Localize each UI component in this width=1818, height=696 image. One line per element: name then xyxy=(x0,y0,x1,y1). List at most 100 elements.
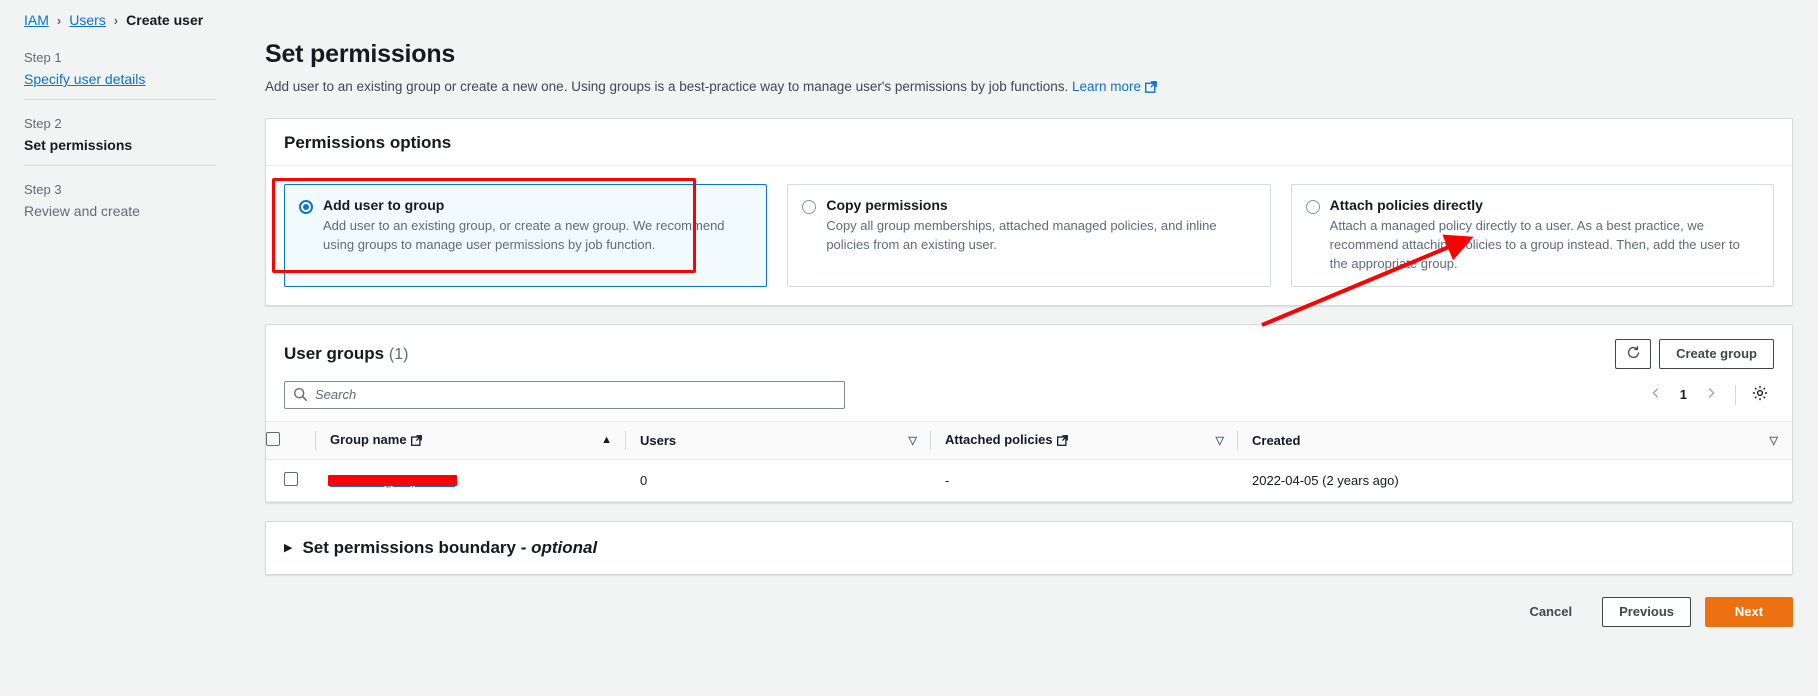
create-user-set-permissions-page: IAM › Users › Create user Step 1 Specify… xyxy=(0,0,1818,696)
column-header-users[interactable]: Users ▽ xyxy=(626,420,931,460)
breadcrumb-item-create-user: Create user xyxy=(126,12,204,28)
wizard-step-title: Review and create xyxy=(24,203,140,219)
permissions-options-title: Permissions options xyxy=(284,133,452,152)
group-name-link[interactable]: redacted-group-name xyxy=(327,473,458,488)
page-description-text: Add user to an existing group or create … xyxy=(265,79,1069,94)
wizard-footer-actions: Cancel Previous Next xyxy=(265,593,1793,627)
permissions-options-header: Permissions options xyxy=(266,119,1792,166)
column-label-wrap: Group name xyxy=(330,432,422,449)
radio-attach-policies-directly[interactable] xyxy=(1305,200,1320,214)
refresh-icon xyxy=(1626,345,1641,363)
user-groups-card: User groups (1) Create group Search 1 Gr… xyxy=(265,323,1793,503)
permissions-boundary-title: Set permissions boundary - optional xyxy=(302,538,597,558)
option-description: Attach a managed policy directly to a us… xyxy=(1329,218,1740,271)
wizard-step-number: Step 3 xyxy=(24,182,62,197)
select-all-header xyxy=(266,420,316,460)
pagination-divider xyxy=(1735,384,1736,405)
wizard-navigation: Step 1 Specify user details Step 2 Set p… xyxy=(24,44,216,229)
breadcrumb-separator-icon: › xyxy=(113,12,119,28)
next-button[interactable]: Next xyxy=(1705,596,1793,627)
external-link-icon xyxy=(1145,81,1157,96)
learn-more-label: Learn more xyxy=(1072,79,1142,94)
user-groups-count: (1) xyxy=(388,345,409,363)
cell-attached-policies: - xyxy=(931,459,1238,502)
option-add-user-to-group[interactable]: Add user to group Add user to an existin… xyxy=(284,184,768,287)
cancel-button[interactable]: Cancel xyxy=(1513,597,1588,627)
radio-add-user-to-group[interactable] xyxy=(299,200,313,214)
table-row: redacted-group-name 0 - 2022-04-05 (2 ye… xyxy=(266,459,1792,502)
table-body: redacted-group-name 0 - 2022-04-05 (2 ye… xyxy=(266,459,1792,502)
search-input[interactable] xyxy=(284,380,845,409)
cell-users: 0 xyxy=(626,459,931,502)
previous-button[interactable]: Previous xyxy=(1602,596,1691,627)
permissions-boundary-expander[interactable]: ▶ Set permissions boundary - optional xyxy=(266,522,1792,574)
search-icon xyxy=(293,387,308,407)
external-link-icon xyxy=(410,434,422,449)
row-checkbox[interactable] xyxy=(284,471,298,486)
option-label: Attach policies directly xyxy=(1329,197,1483,213)
sort-icon[interactable]: ▽ xyxy=(1770,434,1778,447)
option-label: Add user to group xyxy=(323,197,445,213)
gear-icon xyxy=(1752,385,1768,404)
table-preferences-button[interactable] xyxy=(1746,381,1774,409)
wizard-step-title: Set permissions xyxy=(24,137,133,153)
user-groups-toolbar: 1 xyxy=(266,380,1792,421)
permissions-boundary-label: Set permissions boundary - xyxy=(302,537,532,557)
wizard-step-set-permissions[interactable]: Step 2 Set permissions xyxy=(24,110,216,163)
table-header-row: Group name ▲ Users ▽ Attached policies ▽… xyxy=(266,420,1792,460)
row-select-cell xyxy=(266,459,316,502)
pagination: 1 xyxy=(1642,381,1774,409)
breadcrumb-item-iam[interactable]: IAM xyxy=(24,12,49,28)
page-description: Add user to an existing group or create … xyxy=(265,79,1793,96)
user-groups-heading: User groups xyxy=(284,343,385,363)
refresh-button[interactable] xyxy=(1615,338,1652,369)
learn-more-link[interactable]: Learn more xyxy=(1072,79,1157,94)
column-label: Group name xyxy=(330,431,407,447)
permissions-boundary-optional: optional xyxy=(531,537,598,557)
column-label: Created xyxy=(1252,432,1301,448)
wizard-divider xyxy=(24,165,216,166)
cell-group-name: redacted-group-name xyxy=(316,459,626,502)
option-label: Copy permissions xyxy=(826,197,948,213)
breadcrumb-separator-icon: › xyxy=(56,12,62,28)
permissions-options-tiles: Add user to group Add user to an existin… xyxy=(266,166,1792,305)
page-number-1[interactable]: 1 xyxy=(1674,387,1693,402)
chevron-right-icon[interactable]: ▶ xyxy=(284,541,292,554)
create-group-button[interactable]: Create group xyxy=(1659,338,1774,369)
user-groups-actions: Create group xyxy=(1615,338,1774,369)
option-attach-policies-directly[interactable]: Attach policies directly Attach a manage… xyxy=(1290,184,1774,287)
table-header: Group name ▲ Users ▽ Attached policies ▽… xyxy=(266,420,1792,460)
search-wrapper xyxy=(284,380,845,409)
option-copy-permissions[interactable]: Copy permissions Copy all group membersh… xyxy=(787,184,1271,287)
column-label: Attached policies xyxy=(945,431,1053,447)
user-groups-header: User groups (1) Create group xyxy=(266,325,1792,381)
previous-page-button[interactable] xyxy=(1642,381,1670,409)
wizard-divider xyxy=(24,99,216,100)
wizard-step-specify-user-details[interactable]: Step 1 Specify user details xyxy=(24,44,216,97)
user-groups-table: Group name ▲ Users ▽ Attached policies ▽… xyxy=(266,420,1792,502)
breadcrumb-item-users[interactable]: Users xyxy=(69,12,106,28)
option-description: Copy all group memberships, attached man… xyxy=(826,218,1217,252)
option-description: Add user to an existing group, or create… xyxy=(323,218,725,252)
column-header-group-name[interactable]: Group name ▲ xyxy=(316,420,626,460)
page-title: Set permissions xyxy=(265,40,456,68)
sort-icon[interactable]: ▽ xyxy=(1216,434,1224,447)
permissions-boundary-card: ▶ Set permissions boundary - optional xyxy=(265,520,1793,575)
wizard-step-number: Step 1 xyxy=(24,50,62,65)
next-page-button[interactable] xyxy=(1697,381,1725,409)
sort-icon[interactable]: ▽ xyxy=(909,434,917,447)
external-link-icon xyxy=(1056,434,1068,449)
wizard-step-title[interactable]: Specify user details xyxy=(24,71,216,87)
chevron-left-icon xyxy=(1650,387,1662,402)
chevron-right-icon xyxy=(1705,387,1717,402)
column-label: Users xyxy=(640,432,677,448)
permissions-options-card: Permissions options Add user to group Ad… xyxy=(265,118,1793,306)
breadcrumb: IAM › Users › Create user xyxy=(24,12,203,28)
wizard-step-review-and-create[interactable]: Step 3 Review and create xyxy=(24,176,216,229)
select-all-checkbox[interactable] xyxy=(266,431,280,446)
column-header-attached-policies[interactable]: Attached policies ▽ xyxy=(931,420,1238,460)
main-content: Set permissions Add user to an existing … xyxy=(265,40,1793,627)
radio-copy-permissions[interactable] xyxy=(802,200,817,214)
column-header-created[interactable]: Created ▽ xyxy=(1238,420,1792,460)
sort-ascending-icon[interactable]: ▲ xyxy=(601,434,612,446)
